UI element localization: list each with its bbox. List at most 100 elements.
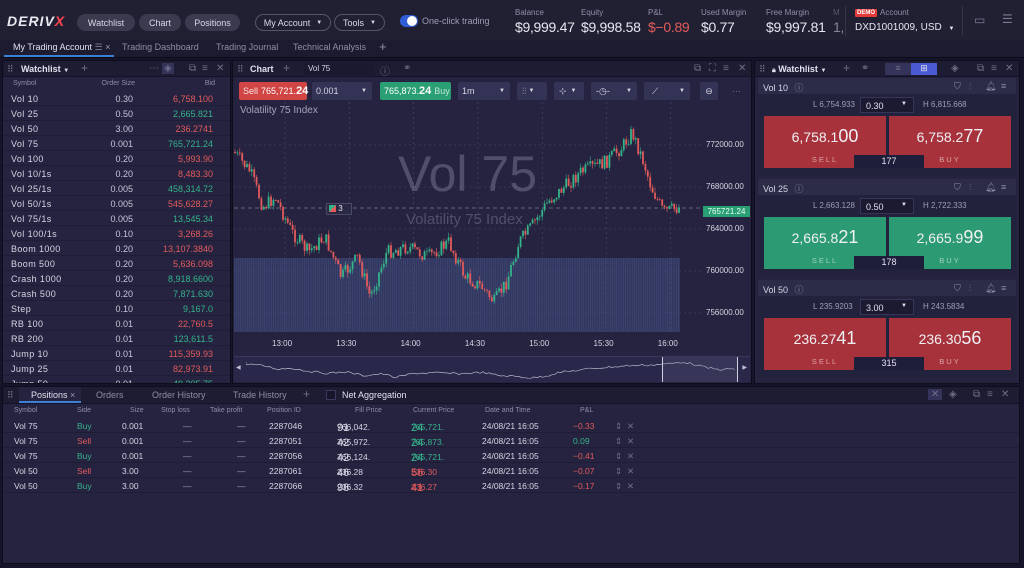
position-row[interactable]: Vol 50 Buy 3.00— —2287066 236.32 98 236.27 41 24… [3, 478, 1019, 494]
quote-size-select[interactable]: 0.50 ▼ [860, 198, 914, 214]
watchlist-title[interactable]: Watchlist ▼ [21, 64, 69, 74]
chart-icon[interactable]: ⫶ [969, 81, 971, 92]
close-icon[interactable]: ✕ [1001, 389, 1009, 400]
tab-order-history[interactable]: Order History [152, 390, 206, 400]
watchlist-row[interactable]: Jump 10 0.01 115,359.93 [3, 346, 230, 361]
indicators-button[interactable]: ⊹ ▼ [554, 82, 584, 100]
watchlist-row[interactable]: Vol 100/1s 0.10 3,268.26 [3, 226, 230, 241]
row-take-profit[interactable]: — [237, 466, 246, 476]
menu-icon[interactable]: ≡ [991, 63, 997, 74]
watchlist-row[interactable]: Vol 100 0.20 5,993.90 [3, 151, 230, 166]
close-icon[interactable]: ✕ [738, 63, 746, 74]
quotes-watchlist-title[interactable]: 🔒︎ Watchlist ▼ [772, 64, 826, 75]
tab-my-trading-account[interactable]: My Trading Account ☰ × [13, 42, 110, 53]
link-icon[interactable]: ⚭ [403, 63, 411, 74]
drag-handle-icon[interactable]: ⠿ [7, 64, 14, 75]
column-header-pnl[interactable]: P&L [580, 407, 593, 414]
menu-icon[interactable]: ≡ [1001, 81, 1006, 91]
watchlist-row[interactable]: RB 200 0.01 123,611.5 [3, 331, 230, 346]
watchlist-pill-button[interactable]: Watchlist [77, 14, 135, 31]
chart-type-button[interactable]: ⫶⫶ ▼ [517, 82, 547, 100]
column-header-bid[interactable]: Bid [205, 80, 215, 87]
reverse-position-icon[interactable]: ⇕ [615, 466, 622, 477]
scroll-right-icon[interactable]: ▶ [742, 364, 747, 371]
row-stop-loss[interactable]: — [183, 481, 192, 491]
zoom-out-button[interactable]: ⊖ [700, 82, 718, 100]
column-header-symbol[interactable]: Symbol [13, 80, 36, 87]
close-all-icon[interactable]: ✕ [928, 389, 943, 400]
quote-size-select[interactable]: 0.30 ▼ [860, 97, 914, 113]
watchlist-row[interactable]: Boom 1000 0.20 13,107.3840 [3, 241, 230, 256]
chart-pill-button[interactable]: Chart [139, 14, 181, 31]
watchlist-row[interactable]: Vol 10 0.30 6,758.100 [3, 91, 230, 106]
close-icon[interactable]: ✕ [1005, 63, 1013, 74]
time-axis[interactable]: 13:00 13:30 14:00 14:30 15:00 15:30 16:00 [234, 336, 694, 350]
account-selector[interactable]: DEMO Account DXD1001009, USD ▼ [855, 8, 954, 33]
scroll-left-icon[interactable]: ◀ [236, 364, 241, 371]
close-position-icon[interactable]: ✕ [627, 466, 634, 477]
position-row[interactable]: Vol 75 Buy 0.001— —2287046 766,042. 91 765,721… [3, 418, 1019, 434]
shield-icon[interactable]: ⛉ [954, 283, 961, 294]
close-icon[interactable]: × [70, 390, 75, 400]
bell-icon[interactable]: 🔔︎ [985, 283, 996, 294]
list-view-icon[interactable]: ≡ [885, 63, 911, 75]
watchlist-row[interactable]: Vol 10/1s 0.20 8,483.30 [3, 166, 230, 181]
bell-icon[interactable]: 🔔︎ [985, 182, 996, 193]
add-tab-icon[interactable]: + [303, 387, 310, 401]
more-icon[interactable]: ⋯ [732, 82, 744, 100]
watchlist-row[interactable]: Jump 25 0.01 82,973.91 [3, 361, 230, 376]
column-header-date-time[interactable]: Date and Time [485, 407, 531, 414]
position-row[interactable]: Vol 50 Sell 3.00— —2287061 236.28 46 236.30 56 2… [3, 463, 1019, 479]
menu-icon[interactable]: ≡ [987, 389, 993, 400]
timeframe-select[interactable]: 1m ▼ [458, 82, 510, 100]
more-icon[interactable]: ⋯ [149, 63, 159, 74]
reverse-position-icon[interactable]: ⇕ [615, 451, 622, 462]
volume-select[interactable]: 0.001 ▼ [312, 82, 372, 100]
watchlist-row[interactable]: Boom 500 0.20 5,636.098 [3, 256, 230, 271]
popout-icon[interactable]: ⧉ [694, 63, 701, 74]
menu-icon[interactable]: ≡ [723, 63, 729, 74]
position-marker[interactable]: 3 [326, 203, 352, 215]
row-stop-loss[interactable]: — [183, 421, 192, 431]
add-icon[interactable]: + [283, 61, 290, 75]
watchlist-row[interactable]: Step 0.10 9,167.0 [3, 301, 230, 316]
navigator-range-handle[interactable] [662, 357, 738, 382]
add-tab-icon[interactable]: + [379, 39, 387, 54]
tab-orders[interactable]: Orders [96, 390, 124, 400]
grid-view-icon[interactable]: ⊞ [911, 63, 937, 75]
popout-icon[interactable]: ⧉ [977, 63, 984, 74]
column-header-side[interactable]: Side [77, 407, 91, 414]
reverse-position-icon[interactable]: ⇕ [615, 421, 622, 432]
chart-navigator[interactable]: ◀ ▶ [234, 356, 750, 382]
column-header-take-profit[interactable]: Take profit [210, 407, 242, 414]
add-icon[interactable]: + [81, 61, 88, 75]
quote-size-select[interactable]: 3.00 ▼ [860, 299, 914, 315]
close-position-icon[interactable]: ✕ [627, 421, 634, 432]
chart-icon[interactable]: ⫶ [969, 182, 971, 193]
position-row[interactable]: Vol 75 Buy 0.001— —2287056 766,124. 42 765,721… [3, 448, 1019, 464]
column-header-fill-price[interactable]: Fill Price [355, 407, 382, 414]
watchlist-row[interactable]: Vol 50/1s 0.005 545,628.27 [3, 196, 230, 211]
buy-button[interactable]: 765,873. 24 Buy [380, 82, 451, 100]
watchlist-row[interactable]: Vol 75 0.001 765,721.24 [3, 136, 230, 151]
watchlist-row[interactable]: Crash 1000 0.20 8,918.6600 [3, 271, 230, 286]
position-row[interactable]: Vol 75 Sell 0.001— —2287051 765,972. 42 765,87… [3, 433, 1019, 449]
info-icon[interactable]: ⓘ [380, 63, 390, 78]
close-position-icon[interactable]: ✕ [627, 436, 634, 447]
close-icon[interactable]: × [105, 42, 110, 52]
time-scale-button[interactable]: -◷- ▼ [591, 82, 637, 100]
watchlist-row[interactable]: Crash 500 0.20 7,871.630 [3, 286, 230, 301]
drag-handle-icon[interactable]: ⠿ [759, 64, 766, 75]
column-header-current-price[interactable]: Current Price [413, 407, 454, 414]
my-account-menu[interactable]: My Account ▼ [255, 14, 331, 31]
watchlist-row[interactable]: Vol 75/1s 0.005 13,545.34 [3, 211, 230, 226]
drag-handle-icon[interactable]: ⠿ [7, 390, 14, 401]
tab-trade-history[interactable]: Trade History [233, 390, 287, 400]
tools-menu[interactable]: Tools ▼ [334, 14, 385, 31]
popout-icon[interactable]: ⧉ [973, 389, 980, 400]
info-icon[interactable]: ⓘ [795, 83, 804, 93]
reverse-position-icon[interactable]: ⇕ [615, 481, 622, 492]
watchlist-row[interactable]: Jump 50 0.01 49,205.75 [3, 376, 230, 383]
tab-trading-dashboard[interactable]: Trading Dashboard [122, 42, 199, 52]
watchlist-row[interactable]: Vol 25 0.50 2,665.821 [3, 106, 230, 121]
